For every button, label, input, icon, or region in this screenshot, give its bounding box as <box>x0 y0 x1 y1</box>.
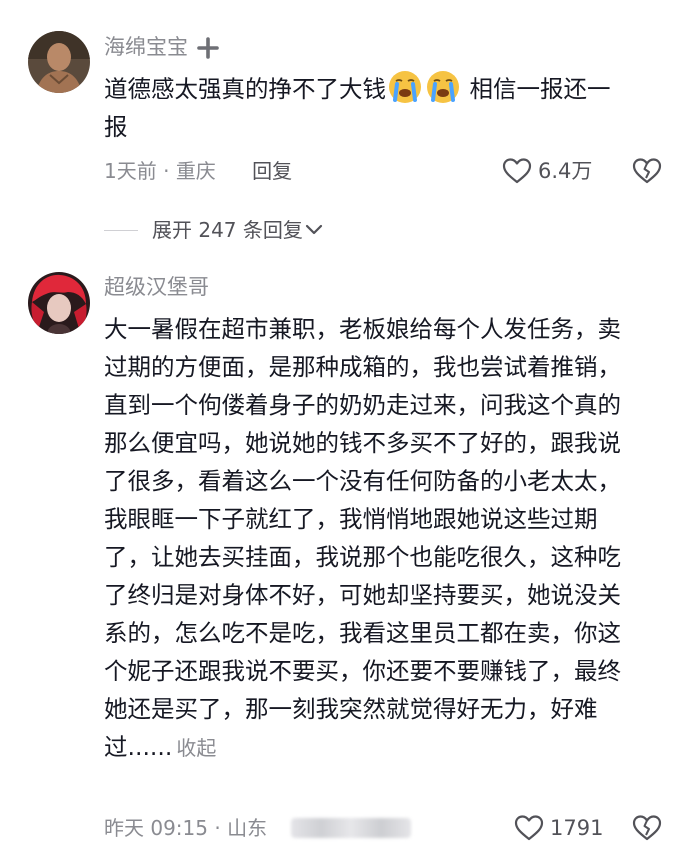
username[interactable]: 海绵宝宝 <box>104 33 188 61</box>
comment-item: 超级汉堡哥 大一暑假在超市兼职，老板娘给每个人发任务，卖 过期的方便面，是那种成… <box>0 260 690 848</box>
text-segment: 道德感太强真的挣不了大钱 <box>104 75 386 103</box>
comment-meta: 昨天 09:15 · 山东 <box>104 814 412 842</box>
comment-line: 了很多，看着这么一个没有任何防备的小老太太， <box>104 467 621 495</box>
comment-line: 我眼眶一下子就红了，我悄悄地跟她说这些过期 <box>104 505 598 533</box>
like-button[interactable]: 1791 <box>514 814 603 842</box>
avatar-photo <box>28 272 90 334</box>
expand-replies-button[interactable]: 展开 247 条回复 <box>104 216 323 244</box>
divider <box>104 229 138 231</box>
comment-line: 报 <box>104 113 128 141</box>
comment-line: 道德感太强真的挣不了大钱 相信一报还一 <box>104 70 664 108</box>
comment-time: 1天前 <box>104 159 157 183</box>
comment-line: 那么便宜吗，她说她的钱不多买不了好的，跟我说 <box>104 429 621 457</box>
collapse-button[interactable]: 收起 <box>176 736 216 760</box>
crying-face-icon <box>427 71 459 103</box>
comment-line: 她还是买了，那一刻我突然就觉得好无力，好难 <box>104 695 598 723</box>
comment-line: 个妮子还跟我说不要买，你还要不要赚钱了，最终 <box>104 657 621 685</box>
like-count: 6.4万 <box>538 159 593 183</box>
broken-heart-icon[interactable] <box>632 814 662 842</box>
comment-time: 昨天 09:15 <box>104 816 208 840</box>
comment-line: 系的，怎么吃不是吃，我看这里员工都在卖，你这 <box>104 619 621 647</box>
comment-meta: 1天前 · 重庆 回复 <box>104 157 292 185</box>
text-segment: 相信一报还一 <box>469 75 611 103</box>
heart-icon <box>502 158 532 184</box>
follow-plus-icon[interactable] <box>196 36 220 60</box>
comment-location: 重庆 <box>175 159 216 183</box>
broken-heart-icon[interactable] <box>632 157 662 185</box>
avatar[interactable] <box>28 272 90 334</box>
comment-text: 道德感太强真的挣不了大钱 相信一报还一 报 <box>104 70 664 146</box>
comment-line: 了，让她去买挂面，我说那个也能吃很久，这种吃 <box>104 543 621 571</box>
blurred-watermark <box>291 818 412 838</box>
comment-text: 大一暑假在超市兼职，老板娘给每个人发任务，卖 过期的方便面，是那种成箱的，我也尝… <box>104 310 664 767</box>
comment-item: 海绵宝宝 道德感太强真的挣不了大钱 相信一报还一 报 1天前 · 重庆 回复 6… <box>0 0 690 260</box>
avatar-photo <box>28 31 90 93</box>
like-button[interactable]: 6.4万 <box>502 157 592 185</box>
reply-button[interactable]: 回复 <box>252 159 292 183</box>
meta-separator: · <box>163 159 170 183</box>
comment-line: 直到一个佝偻着身子的奶奶走过来，问我这个真的 <box>104 391 621 419</box>
expand-replies-label: 展开 247 条回复 <box>152 218 303 242</box>
comment-location: 山东 <box>227 816 268 840</box>
heart-icon <box>514 815 544 841</box>
avatar[interactable] <box>28 31 90 93</box>
comment-line: 过...... 收起 <box>104 728 664 767</box>
comment-line: 大一暑假在超市兼职，老板娘给每个人发任务，卖 <box>104 315 621 343</box>
crying-face-icon <box>389 71 421 103</box>
meta-separator: · <box>214 816 221 840</box>
like-count: 1791 <box>550 816 604 840</box>
chevron-down-icon <box>305 224 322 235</box>
comment-line: 了终归是对身体不好，可她却坚持要买，她说没关 <box>104 581 621 609</box>
text-segment: 过...... <box>104 733 173 761</box>
comment-line: 过期的方便面，是那种成箱的，我也尝试着推销， <box>104 353 621 381</box>
username[interactable]: 超级汉堡哥 <box>104 273 209 301</box>
